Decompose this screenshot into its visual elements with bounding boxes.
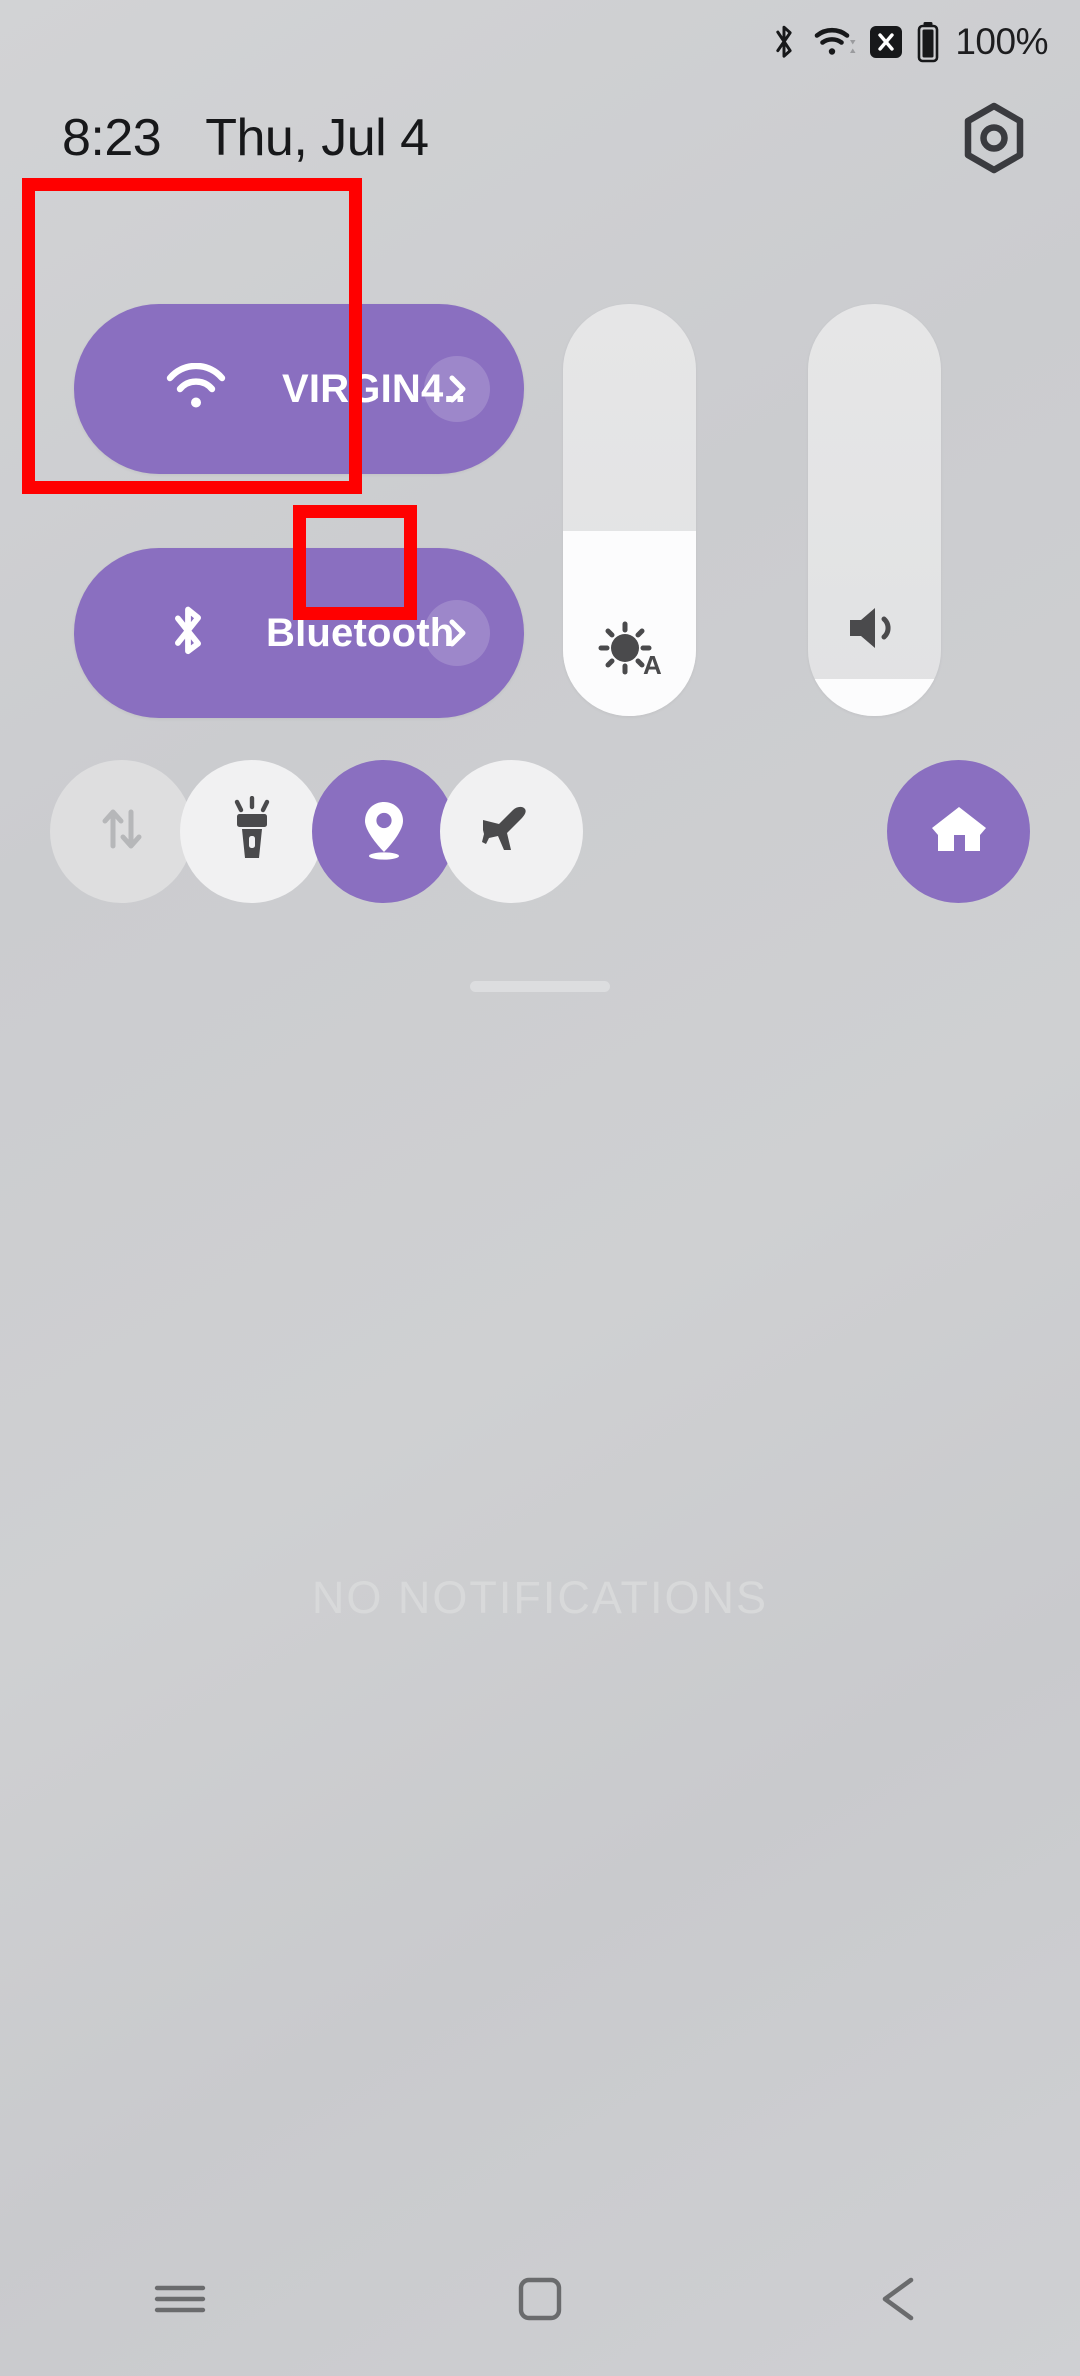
mobile-data-toggle[interactable] (50, 760, 193, 903)
brightness-slider[interactable]: A (563, 304, 696, 716)
airplane-mode-toggle[interactable] (440, 760, 583, 903)
chevron-right-icon[interactable] (424, 600, 490, 666)
nav-home-button[interactable] (465, 2226, 615, 2376)
quick-settings-tiles: VIRGIN4.. Bluetooth A (0, 296, 1080, 726)
wifi-icon (812, 22, 856, 62)
volume-icon (808, 602, 941, 654)
bluetooth-icon (166, 602, 210, 665)
volume-slider[interactable] (808, 304, 941, 716)
location-pin-icon (356, 796, 412, 867)
menu-icon (153, 2279, 207, 2324)
status-bar: 100% (0, 0, 1080, 84)
quick-toggle-row (0, 760, 1080, 920)
bluetooth-icon (769, 21, 799, 63)
navigation-bar (0, 2226, 1080, 2376)
flashlight-icon (224, 795, 280, 867)
smart-home-toggle[interactable] (887, 760, 1030, 903)
chevron-right-icon[interactable] (424, 356, 490, 422)
no-notifications-label: NO NOTIFICATIONS (311, 1572, 769, 1623)
flashlight-toggle[interactable] (180, 760, 323, 903)
clock-date[interactable]: Thu, Jul 4 (205, 108, 429, 168)
bluetooth-tile[interactable]: Bluetooth (74, 548, 524, 718)
triangle-left-icon (877, 2275, 923, 2328)
brightness-auto-icon: A (563, 616, 696, 682)
clock-time[interactable]: 8:23 (62, 108, 162, 168)
wifi-tile[interactable]: VIRGIN4.. (74, 304, 524, 474)
wifi-icon (166, 362, 226, 416)
header-row: 8:23 Thu, Jul 4 (0, 88, 1080, 188)
square-icon (517, 2276, 563, 2327)
nav-recents-button[interactable] (105, 2226, 255, 2376)
home-icon (930, 801, 988, 862)
battery-percentage: 100% (955, 21, 1048, 62)
volume-slider-fill (808, 678, 941, 716)
panel-drag-handle[interactable] (470, 981, 610, 992)
airplane-icon (479, 800, 545, 863)
nav-back-button[interactable] (825, 2226, 975, 2376)
battery-icon (916, 21, 940, 63)
svg-text:A: A (643, 650, 662, 680)
data-transfer-icon (94, 800, 150, 863)
sim-x-icon (869, 24, 903, 60)
gear-icon[interactable] (954, 98, 1034, 178)
location-toggle[interactable] (312, 760, 455, 903)
